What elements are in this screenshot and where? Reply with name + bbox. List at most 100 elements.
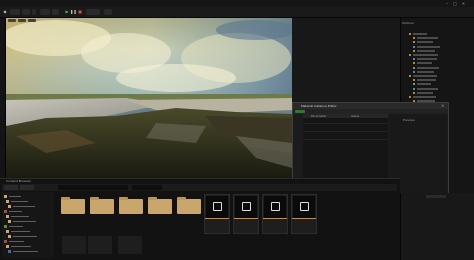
title-bar [0,0,474,7]
level-viewport[interactable] [6,18,292,178]
pause-icon[interactable]: ❚❚ [70,9,77,15]
asset-thumbnail [293,196,315,218]
toolbar-edit-button[interactable] [22,9,30,15]
texture-icon [271,202,280,211]
actor-icon [409,96,411,98]
outliner-row-label [417,58,437,61]
texture-asset-tile[interactable] [233,194,259,234]
folder-tree-label [13,236,37,237]
outliner-row-label [417,79,436,82]
close-icon[interactable]: × [441,103,444,108]
folder-tree-item[interactable] [4,245,52,248]
asset-type-bar [234,218,258,219]
outliner-row-label [417,91,433,94]
actor-icon [413,49,415,52]
folder-tree-item[interactable] [4,200,52,203]
folder-tree-item[interactable] [4,210,52,213]
asset-type-bar [263,218,287,219]
actor-icon [413,91,415,94]
folder-tile[interactable] [61,197,85,214]
outliner-row-label [417,83,431,86]
folder-tree-label [13,221,36,222]
folder-tile[interactable] [148,197,172,214]
asset-type-bar [292,218,316,219]
actor-icon [413,37,415,40]
actor-icon [409,54,411,56]
import-button[interactable] [20,185,34,190]
folder-tile[interactable] [90,197,114,214]
actor-icon [413,62,415,65]
actor-icon [413,79,415,82]
viewport-lit-button[interactable] [28,19,36,22]
outliner-row-label [417,45,440,48]
add-button[interactable] [4,185,18,190]
asset-tile[interactable] [62,236,86,254]
asset-tile[interactable] [88,236,112,254]
stop-icon[interactable]: ■ [77,9,83,15]
folder-tree-label [9,211,22,212]
folder-tree-item[interactable] [4,195,52,198]
folder-tree-item[interactable] [4,230,52,233]
folder-icon [6,245,9,248]
texture-asset-tile[interactable] [262,194,288,234]
outliner-row-label [417,41,433,44]
search-input[interactable] [132,185,162,190]
value-column-header: Value [351,114,360,118]
folder-tile[interactable] [119,197,143,214]
toolbar-tools-button[interactable] [40,9,50,15]
outliner-row-label [417,70,434,73]
asset-tile[interactable] [118,236,142,254]
texture-asset-tile[interactable] [204,194,230,234]
folder-tile[interactable] [177,197,201,214]
actor-icon [413,66,415,69]
path-breadcrumb[interactable] [58,185,128,190]
actor-icon [413,58,415,61]
folder-tree-item[interactable] [4,240,52,243]
folder-tree-label [9,241,24,242]
outliner-header: Outliner [402,21,415,25]
toolbar-window-button[interactable] [32,9,36,15]
minimize-button[interactable]: – [446,0,448,7]
window-controls: – □ ✕ [446,0,465,7]
outliner-row-label [417,49,435,52]
texture-asset-tile[interactable] [291,194,317,234]
folder-tree-label [11,216,29,217]
folder-tree-item[interactable] [4,205,52,208]
folder-icon [4,195,7,198]
actor-icon [409,75,411,77]
platforms-button[interactable] [86,9,100,15]
viewport-menu-button[interactable] [8,19,16,22]
logo-icon: ◆ [3,9,7,14]
toolbar-file-button[interactable] [10,9,20,15]
toolbar-build-button[interactable] [52,9,59,15]
material-window-title: Material Instance Editor [301,104,337,108]
parameter-column-header: Parameter [311,114,327,118]
texture-icon [242,202,251,211]
viewport-perspective-button[interactable] [18,19,26,22]
outliner-row-label [417,66,439,69]
folder-tree-item[interactable] [4,225,52,228]
actor-icon [413,83,415,86]
folder-tree-item[interactable] [4,215,52,218]
content-browser-tab[interactable]: Content Browser [6,179,31,183]
actor-icon [413,87,415,90]
asset-thumbnail [235,196,257,218]
maximize-button[interactable]: □ [453,0,457,7]
folder-tree-item[interactable] [4,220,52,223]
details-lower-panel [400,193,474,260]
settings-button[interactable] [104,9,112,15]
folder-tree-item[interactable] [4,250,52,253]
outliner-row-label [413,54,438,56]
outliner-row-label [413,33,427,35]
folder-icon [4,210,7,213]
folder-tree-label [9,196,21,197]
apply-button[interactable] [295,110,305,113]
viewport-scene [6,18,292,178]
outliner-row-label [413,75,437,77]
texture-icon [213,202,222,211]
close-window-button[interactable]: ✕ [462,0,465,7]
viewport-toolbar [6,18,292,23]
material-preview-label: Preview [403,118,415,122]
folder-icon [6,215,9,218]
folder-tree-item[interactable] [4,235,52,238]
